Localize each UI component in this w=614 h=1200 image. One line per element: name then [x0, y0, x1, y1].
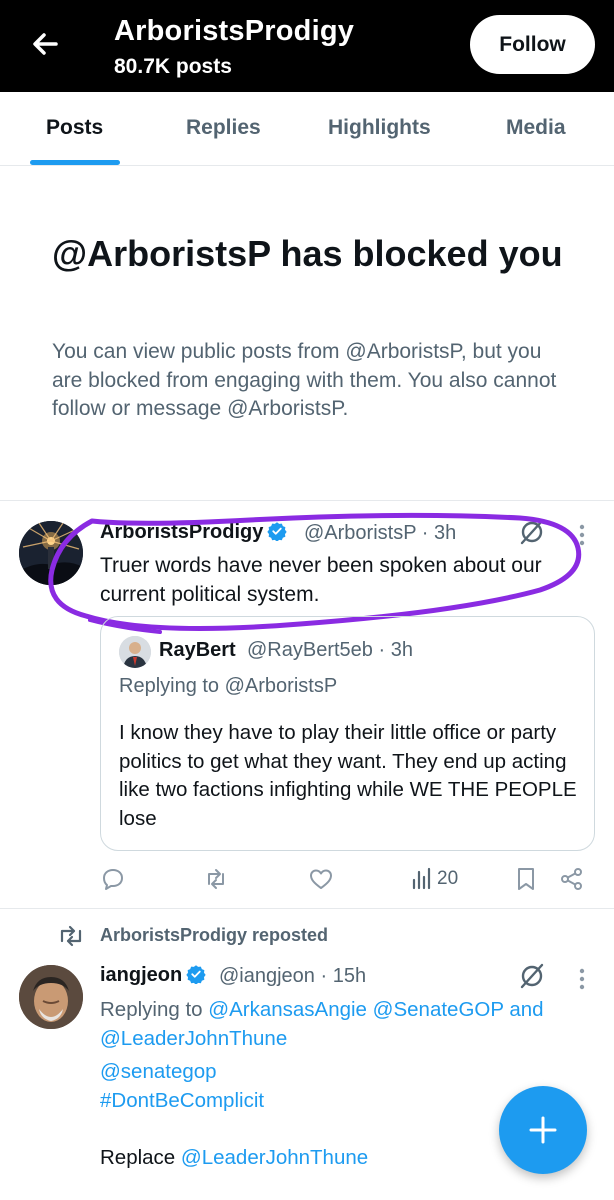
tab-media[interactable]: Media	[506, 116, 566, 140]
bookmark-button[interactable]	[513, 866, 541, 894]
quote-avatar	[119, 636, 151, 668]
repost-icon	[208, 869, 224, 889]
grok-icon[interactable]	[518, 962, 546, 990]
profile-header: ArboristsProdigy 80.7K posts Follow	[0, 0, 614, 92]
quoted-tweet[interactable]: RayBert @RayBert5eb · 3h Replying to @Ar…	[100, 616, 595, 851]
tweet-text-line: Replace @LeaderJohnThune	[100, 1143, 368, 1172]
replying-prefix: Replying to	[100, 998, 209, 1021]
profile-name: ArboristsProdigy	[114, 15, 355, 47]
bookmark-icon	[518, 868, 534, 890]
grok-icon[interactable]	[518, 518, 546, 546]
blocked-description: You can view public posts from @Arborist…	[52, 340, 557, 420]
mention-link[interactable]: @SenateGOP	[373, 998, 504, 1021]
avatar[interactable]	[19, 521, 83, 585]
quote-text: I know they have to play their little of…	[119, 721, 577, 830]
views-icon	[412, 867, 431, 890]
repost-label[interactable]: ArboristsProdigy reposted	[100, 925, 328, 946]
tab-highlights[interactable]: Highlights	[328, 116, 431, 140]
text-segment: Replace	[100, 1146, 181, 1169]
active-tab-indicator	[30, 160, 120, 165]
plus-icon	[529, 1116, 557, 1144]
blocked-title: @ArboristsP has blocked you	[52, 233, 563, 274]
verified-badge-icon	[267, 522, 288, 541]
post-count: 80.7K posts	[114, 55, 232, 78]
divider	[0, 908, 614, 909]
profile-tabs: Posts Replies Highlights Media	[0, 92, 614, 166]
hashtag-link[interactable]: #DontBeComplicit	[100, 1086, 264, 1115]
share-icon	[561, 868, 582, 890]
mention-link[interactable]: @LeaderJohnThune	[100, 1027, 287, 1050]
like-icon	[310, 869, 332, 889]
mention-link[interactable]: @LeaderJohnThune	[181, 1146, 368, 1169]
compose-button[interactable]	[499, 1086, 587, 1174]
views-count: 20	[437, 868, 459, 889]
repost-indicator-icon	[58, 925, 84, 947]
author-name[interactable]: iangjeon	[100, 964, 206, 987]
author-handle-time: @ArboristsP · 3h	[304, 522, 457, 544]
back-button[interactable]	[26, 24, 66, 64]
verified-badge-icon	[186, 965, 206, 984]
tab-posts[interactable]: Posts	[46, 116, 103, 140]
tab-replies[interactable]: Replies	[186, 116, 261, 140]
share-button[interactable]	[559, 866, 587, 894]
author-name-text: iangjeon	[100, 964, 183, 986]
more-options-icon[interactable]	[576, 522, 588, 548]
mention-link[interactable]: @senategop	[100, 1057, 264, 1086]
tweet-text: @senategop #DontBeComplicit	[100, 1057, 264, 1115]
more-options-icon[interactable]	[576, 966, 588, 992]
and-word: and	[503, 998, 544, 1021]
like-button[interactable]	[308, 866, 336, 894]
repost-button[interactable]	[203, 866, 231, 894]
author-handle-time: @iangjeon · 15h	[219, 965, 367, 987]
reply-button[interactable]	[100, 866, 128, 894]
author-name[interactable]: ArboristsProdigy	[100, 521, 288, 544]
avatar[interactable]	[19, 965, 83, 1029]
quote-author-name: RayBert	[159, 639, 236, 661]
quote-replying-to: Replying to @ArboristsP	[119, 675, 338, 697]
views-button[interactable]	[409, 866, 437, 894]
tweet-text: Truer words have never been spoken about…	[100, 554, 542, 606]
replying-to: Replying to @ArkansasAngie @SenateGOP an…	[100, 995, 580, 1053]
quote-author-handle-time: @RayBert5eb · 3h	[247, 639, 413, 661]
mention-link[interactable]: @ArkansasAngie	[208, 998, 367, 1021]
divider	[0, 500, 614, 501]
arrow-left-icon	[33, 33, 58, 55]
follow-button[interactable]: Follow	[470, 15, 595, 74]
reply-icon	[103, 869, 123, 890]
author-name-text: ArboristsProdigy	[100, 521, 264, 543]
